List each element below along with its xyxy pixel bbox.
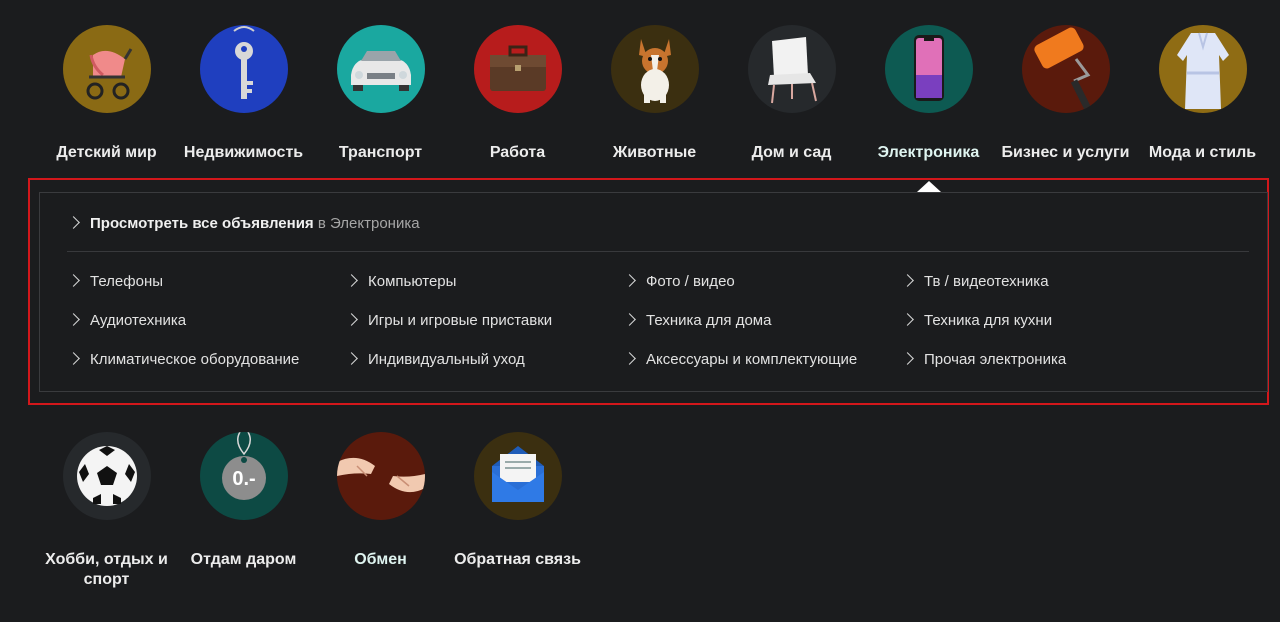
- subcategory-link[interactable]: Техника для кухни: [901, 312, 1053, 329]
- chevron-right-icon: [623, 352, 636, 365]
- chevron-right-icon: [345, 313, 358, 326]
- category-electronics[interactable]: Электроника: [860, 25, 997, 163]
- subcategory-label: Игры и игровые приставки: [368, 312, 553, 329]
- category-exchange[interactable]: Обмен: [312, 432, 449, 570]
- category-real-estate[interactable]: Недвижимость: [175, 25, 312, 163]
- category-jobs[interactable]: Работа: [449, 25, 586, 163]
- subcategory-link[interactable]: Прочая электроника: [901, 351, 1067, 368]
- phone-icon: [884, 25, 973, 113]
- view-all-link[interactable]: Просмотреть все объявления в Электроника: [67, 215, 420, 232]
- category-feedback[interactable]: Обратная связь: [449, 432, 586, 570]
- chevron-right-icon: [901, 274, 914, 287]
- category-fashion[interactable]: Мода и стиль: [1134, 25, 1271, 163]
- subcategory-label: Компьютеры: [368, 273, 457, 290]
- view-all-label: Просмотреть все объявления: [90, 215, 314, 232]
- category-business[interactable]: Бизнес и услуги: [997, 25, 1134, 163]
- subcategory-label: Телефоны: [90, 273, 164, 290]
- subcategory-label: Прочая электроника: [924, 351, 1067, 368]
- chevron-right-icon: [901, 313, 914, 326]
- handshake-icon: [336, 432, 425, 520]
- subcategory-label: Тв / видеотехника: [924, 273, 1049, 290]
- chevron-right-icon: [345, 274, 358, 287]
- divider: [67, 251, 1249, 252]
- subcategory-link[interactable]: Аксессуары и комплектующие: [623, 351, 858, 368]
- category-kids[interactable]: Детский мир: [38, 25, 175, 163]
- chevron-right-icon: [345, 352, 358, 365]
- chevron-right-icon: [67, 274, 80, 287]
- subcategory-label: Климатическое оборудование: [90, 351, 300, 368]
- briefcase-icon: [473, 25, 562, 113]
- category-label: Работа: [489, 144, 546, 161]
- subcategory-link[interactable]: Аудиотехника: [67, 312, 187, 329]
- category-label: Электроника: [877, 144, 980, 161]
- category-label: Отдам даром: [190, 551, 297, 568]
- subcategory-link[interactable]: Климатическое оборудование: [67, 351, 300, 368]
- subcategory-link[interactable]: Индивидуальный уход: [345, 351, 525, 368]
- subcategory-label: Техника для кухни: [924, 312, 1053, 329]
- category-label: Животные: [612, 144, 697, 161]
- tag-text: 0.-: [232, 468, 255, 490]
- key-icon: [199, 25, 288, 113]
- category-label: Бизнес и услуги: [1001, 144, 1130, 161]
- category-transport[interactable]: Транспорт: [312, 25, 449, 163]
- stroller-icon: [62, 25, 151, 113]
- soccer-ball-icon: [62, 432, 151, 520]
- subcategory-panel: Просмотреть все объявления в Электроника…: [39, 192, 1268, 392]
- robe-icon: [1158, 25, 1247, 113]
- category-label: Недвижимость: [183, 144, 304, 161]
- chair-icon: [747, 25, 836, 113]
- category-free[interactable]: 0.- Отдам даром: [175, 432, 312, 570]
- chevron-right-icon: [67, 352, 80, 365]
- chevron-right-icon: [67, 216, 80, 229]
- subcategory-link[interactable]: Игры и игровые приставки: [345, 312, 553, 329]
- category-label: Транспорт: [338, 144, 423, 161]
- chevron-right-icon: [623, 274, 636, 287]
- subcategory-label: Индивидуальный уход: [368, 351, 525, 368]
- category-label: Хобби, отдых и спорт: [45, 551, 168, 588]
- category-label: Мода и стиль: [1148, 144, 1257, 161]
- view-all-category: в Электроника: [317, 215, 420, 232]
- category-label: Детский мир: [56, 144, 157, 161]
- chevron-right-icon: [901, 352, 914, 365]
- subcategory-link[interactable]: Техника для дома: [623, 312, 772, 329]
- paint-roller-icon: [1021, 25, 1110, 113]
- dog-icon: [610, 25, 699, 113]
- subcategory-link[interactable]: Фото / видео: [623, 273, 735, 290]
- subcategory-label: Техника для дома: [646, 312, 772, 329]
- subcategory-link[interactable]: Телефоны: [67, 273, 164, 290]
- subcategory-label: Фото / видео: [646, 273, 735, 290]
- subcategory-label: Аудиотехника: [90, 312, 187, 329]
- subcategory-link[interactable]: Тв / видеотехника: [901, 273, 1049, 290]
- category-animals[interactable]: Животные: [586, 25, 723, 163]
- chevron-right-icon: [623, 313, 636, 326]
- category-hobby[interactable]: Хобби, отдых и спорт: [38, 432, 175, 590]
- category-label: Обмен: [354, 551, 407, 568]
- subcategory-label: Аксессуары и комплектующие: [646, 351, 858, 368]
- category-label: Обратная связь: [454, 551, 581, 568]
- car-icon: [336, 25, 425, 113]
- chevron-right-icon: [67, 313, 80, 326]
- envelope-icon: [473, 432, 562, 520]
- subcategory-link[interactable]: Компьютеры: [345, 273, 457, 290]
- category-label: Дом и сад: [751, 144, 832, 161]
- category-home-garden[interactable]: Дом и сад: [723, 25, 860, 163]
- price-tag-icon: 0.-: [199, 432, 288, 520]
